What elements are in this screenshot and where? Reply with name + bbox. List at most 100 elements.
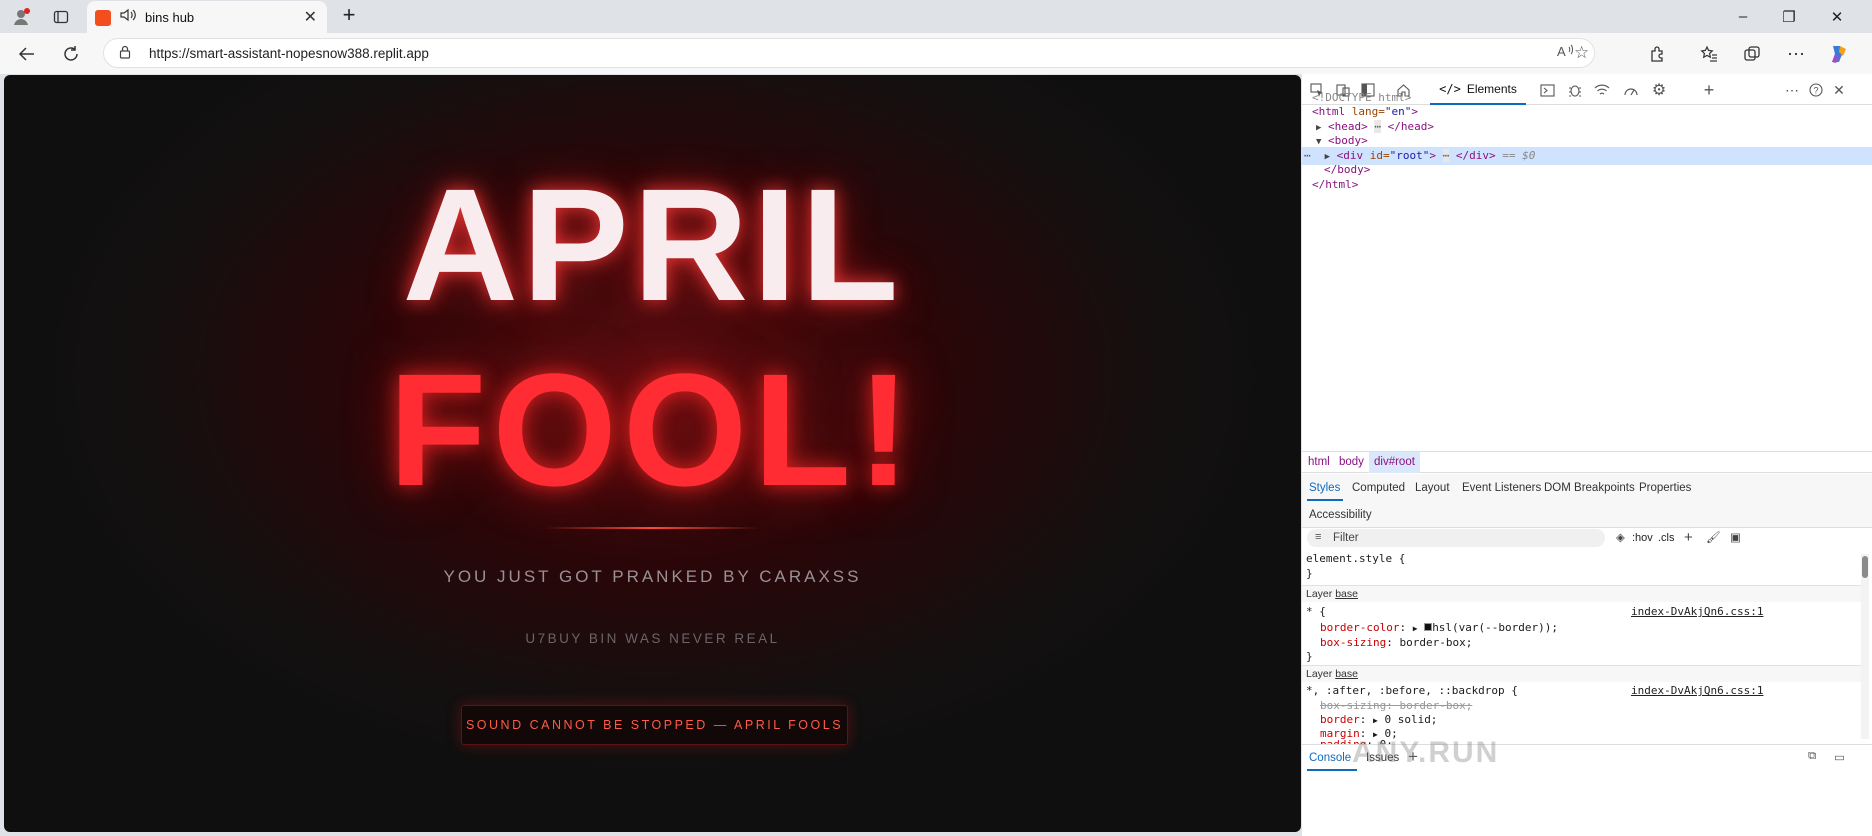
- headline-april: APRIL: [402, 155, 903, 334]
- tab-properties[interactable]: Properties: [1639, 482, 1691, 494]
- element-style-close: }: [1306, 567, 1313, 580]
- headline-fool: FOOL!: [388, 340, 917, 519]
- prop-name: border: [1320, 713, 1360, 726]
- layer-header-2: Layer base: [1302, 665, 1862, 682]
- favorite-star-icon[interactable]: ☆: [1574, 43, 1589, 63]
- expand-arrow-icon[interactable]: ▶: [1413, 624, 1418, 633]
- dom-html-close[interactable]: </html>: [1302, 176, 1872, 194]
- expand-arrow-icon[interactable]: ▶: [1373, 716, 1378, 725]
- prop-name: box-sizing: [1320, 636, 1387, 649]
- styles-pane: element.style { } Layer base * { index-D…: [1302, 552, 1872, 744]
- layer-header-1: Layer base: [1302, 585, 1862, 602]
- title-bar: bins hub ✕ + – ❐ ✕: [0, 0, 1872, 33]
- browser-tab[interactable]: bins hub ✕: [87, 1, 327, 33]
- drawer-tab-underline: [1307, 769, 1357, 771]
- layer-base-link[interactable]: base: [1335, 668, 1358, 680]
- new-rule-plus-icon[interactable]: +: [1684, 529, 1693, 546]
- tab-layout[interactable]: Layout: [1415, 482, 1450, 494]
- rule2-source-link[interactable]: index-DvAkjQn6.css:1: [1631, 684, 1763, 697]
- collections-icon[interactable]: [1739, 41, 1765, 67]
- tab-dom-breakpoints[interactable]: DOM Breakpoints: [1544, 482, 1635, 494]
- lock-icon[interactable]: [119, 45, 131, 62]
- copilot-icon[interactable]: [1825, 41, 1851, 67]
- html-attr-value: "en": [1384, 105, 1412, 118]
- rule1-border-color[interactable]: border-color: ▶ hsl(var(--border));: [1320, 621, 1558, 634]
- body-tag: <body>: [1328, 134, 1368, 147]
- rule1-selector[interactable]: * {: [1306, 605, 1326, 618]
- new-tab-button[interactable]: +: [336, 2, 362, 28]
- rule1-close: }: [1306, 650, 1313, 663]
- refresh-icon[interactable]: [58, 41, 84, 67]
- tab-event-listeners[interactable]: Event Listeners: [1462, 482, 1541, 494]
- rule2-selector[interactable]: *, :after, :before, ::backdrop {: [1306, 684, 1518, 697]
- tab-styles-underline: [1307, 499, 1343, 501]
- address-bar[interactable]: https://smart-assistant-nopesnow388.repl…: [103, 38, 1595, 68]
- layer-label: Layer: [1306, 668, 1333, 680]
- extensions-icon[interactable]: [1645, 41, 1671, 67]
- sidebar-toggle-icon[interactable]: ▣: [1730, 530, 1741, 544]
- styles-scrollbar[interactable]: [1861, 554, 1869, 739]
- element-style-rule[interactable]: element.style {: [1306, 552, 1405, 565]
- rule1-source-link[interactable]: index-DvAkjQn6.css:1: [1631, 605, 1763, 618]
- back-icon[interactable]: [14, 41, 40, 67]
- collapse-arrow-icon[interactable]: ▼: [1316, 137, 1321, 147]
- breadcrumb: html body div#root: [1302, 451, 1872, 473]
- tab-computed[interactable]: Computed: [1352, 482, 1405, 494]
- sound-button[interactable]: SOUND CANNOT BE STOPPED — APRIL FOOLS: [461, 705, 848, 745]
- navigation-bar: https://smart-assistant-nopesnow388.repl…: [0, 33, 1872, 74]
- breadcrumb-body[interactable]: body: [1339, 456, 1364, 468]
- html-close-tag: </html>: [1312, 178, 1359, 191]
- prop-value: 0 solid;: [1384, 713, 1438, 726]
- url-text[interactable]: https://smart-assistant-nopesnow388.repl…: [149, 46, 429, 61]
- prop-name: border-color: [1320, 621, 1400, 634]
- drawer-close-icon[interactable]: ▭: [1834, 750, 1845, 764]
- tab-actions-icon[interactable]: [48, 4, 74, 30]
- tab-close-icon[interactable]: ✕: [304, 7, 317, 27]
- close-window-button[interactable]: ✕: [1814, 0, 1860, 33]
- html-tag: <html: [1312, 105, 1346, 118]
- hov-toggle[interactable]: :hov: [1632, 532, 1653, 544]
- profile-icon[interactable]: [8, 4, 34, 30]
- favorites-icon[interactable]: [1696, 41, 1722, 67]
- layer-label: Layer: [1306, 588, 1333, 600]
- tab-accessibility[interactable]: Accessibility: [1309, 509, 1372, 521]
- more-options-icon[interactable]: ⋯: [1783, 41, 1809, 67]
- page-viewport: APRIL FOOL! YOU JUST GOT PRANKED BY CARA…: [4, 75, 1301, 832]
- minimize-button[interactable]: –: [1720, 0, 1766, 33]
- html-tag-end: >: [1411, 105, 1418, 118]
- filter-placeholder: Filter: [1333, 532, 1359, 544]
- speaker-icon[interactable]: [119, 7, 137, 26]
- prop-value: border-box;: [1399, 636, 1473, 649]
- color-swatch[interactable]: [1424, 623, 1433, 631]
- filter-input[interactable]: ≡ Filter: [1307, 529, 1605, 547]
- layers-icon[interactable]: ◈: [1616, 530, 1625, 544]
- breadcrumb-html[interactable]: html: [1308, 456, 1330, 468]
- restore-button[interactable]: ❐: [1766, 0, 1812, 33]
- styles-subtabs: Styles Computed Layout Event Listeners D…: [1302, 474, 1872, 528]
- tab-title: bins hub: [145, 10, 195, 25]
- devtools-panel: </> Elements ⚙ + ⋯ ? ✕ <!DOCTYPE html> <…: [1302, 74, 1872, 836]
- body-close-tag: </body>: [1324, 163, 1371, 176]
- rule2-border[interactable]: border: ▶ 0 solid;: [1320, 713, 1437, 726]
- filter-icon: ≡: [1315, 531, 1322, 543]
- layer-base-link[interactable]: base: [1335, 588, 1358, 600]
- rule2-box-sizing-overridden[interactable]: box-sizing: border-box;: [1320, 699, 1472, 712]
- favicon-icon: [95, 10, 111, 26]
- drawer-undock-icon[interactable]: ⧉: [1808, 750, 1816, 763]
- scrollbar-thumb[interactable]: [1862, 556, 1868, 578]
- styles-filter-row: ≡ Filter ◈ :hov .cls + 🖌 ▣: [1302, 529, 1872, 551]
- prop-value: hsl(var(--border));: [1432, 621, 1559, 634]
- breadcrumb-div-root[interactable]: div#root: [1369, 452, 1420, 473]
- rule1-box-sizing[interactable]: box-sizing: border-box;: [1320, 636, 1472, 649]
- cls-toggle[interactable]: .cls: [1658, 532, 1675, 544]
- pranked-subtitle: YOU JUST GOT PRANKED BY CARAXSS: [443, 567, 862, 586]
- drawer-tab-console[interactable]: Console: [1309, 752, 1351, 764]
- svg-text:A: A: [1557, 44, 1566, 59]
- glow-divider: [544, 527, 760, 529]
- tab-styles[interactable]: Styles: [1309, 482, 1340, 494]
- dom-tree: <!DOCTYPE html> <html lang="en"> ▶ <head…: [1302, 89, 1872, 249]
- html-attr: lang=: [1345, 105, 1385, 118]
- tagline: U7BUY BIN WAS NEVER REAL: [525, 631, 780, 646]
- anyrun-watermark: ANY.RUN: [1352, 736, 1500, 769]
- paint-brush-icon[interactable]: 🖌: [1706, 530, 1721, 544]
